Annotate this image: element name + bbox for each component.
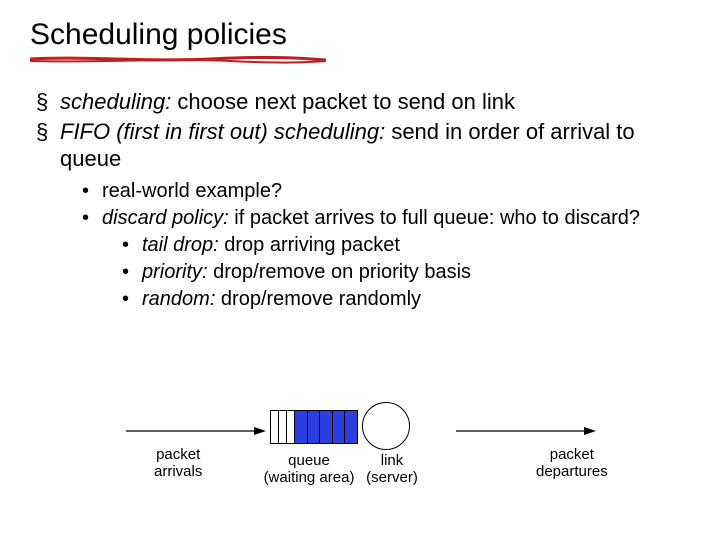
label-line: queue [254, 452, 364, 469]
label-line: packet [536, 446, 608, 463]
subbullet-discard: discard policy: if packet arrives to ful… [102, 206, 690, 312]
bullet-term: discard policy: [102, 207, 229, 229]
queue-slot-empty [271, 411, 279, 443]
bullet-term: scheduling: [60, 89, 171, 114]
queue-slot-empty [279, 411, 287, 443]
bullet-text: choose next packet to send on link [171, 89, 515, 114]
queue-slot-filled [320, 411, 333, 443]
label-line: (waiting area) [254, 469, 364, 486]
bullet-text: drop/remove randomly [215, 288, 421, 310]
arrow-in-icon [126, 424, 266, 442]
label-line: (server) [364, 469, 420, 486]
subbullet-example: real-world example? [102, 179, 690, 204]
label-queue: queue (waiting area) [254, 452, 364, 487]
label-line: link [364, 452, 420, 469]
title-underline [30, 56, 326, 62]
queue-slot-filled [345, 411, 358, 443]
bullet-term: priority: [142, 261, 208, 283]
bullet-text: if packet arrives to full queue: who to … [229, 207, 640, 229]
slide-title: Scheduling policies [30, 18, 690, 52]
queue-diagram: packet arrivals queue (waiting area) lin… [0, 398, 720, 508]
slide-content: scheduling: choose next packet to send o… [30, 88, 690, 312]
arrow-out-icon [456, 424, 596, 442]
bullet-text: drop/remove on priority basis [208, 261, 471, 283]
subsubbullet-priority: priority: drop/remove on priority basis [142, 260, 690, 285]
queue-slot-filled [295, 411, 308, 443]
bullet-fifo: FIFO (first in first out) scheduling: se… [60, 118, 690, 312]
server-circle-icon [362, 402, 410, 450]
bullet-term: random: [142, 288, 215, 310]
label-departures: packet departures [536, 446, 608, 481]
bullet-text: drop arriving packet [219, 234, 400, 256]
queue-box [270, 410, 358, 444]
label-line: departures [536, 463, 608, 480]
label-line: arrivals [154, 463, 202, 480]
subsubbullet-random: random: drop/remove randomly [142, 287, 690, 312]
bullet-scheduling: scheduling: choose next packet to send o… [60, 88, 690, 116]
label-line: packet [154, 446, 202, 463]
bullet-term: FIFO (first in first out) scheduling: [60, 119, 385, 144]
queue-slot-empty [287, 411, 295, 443]
bullet-term: tail drop: [142, 234, 219, 256]
label-link: link (server) [364, 452, 420, 487]
queue-slot-filled [308, 411, 321, 443]
queue-slot-filled [333, 411, 346, 443]
subsubbullet-taildrop: tail drop: drop arriving packet [142, 233, 690, 258]
label-arrivals: packet arrivals [154, 446, 202, 481]
